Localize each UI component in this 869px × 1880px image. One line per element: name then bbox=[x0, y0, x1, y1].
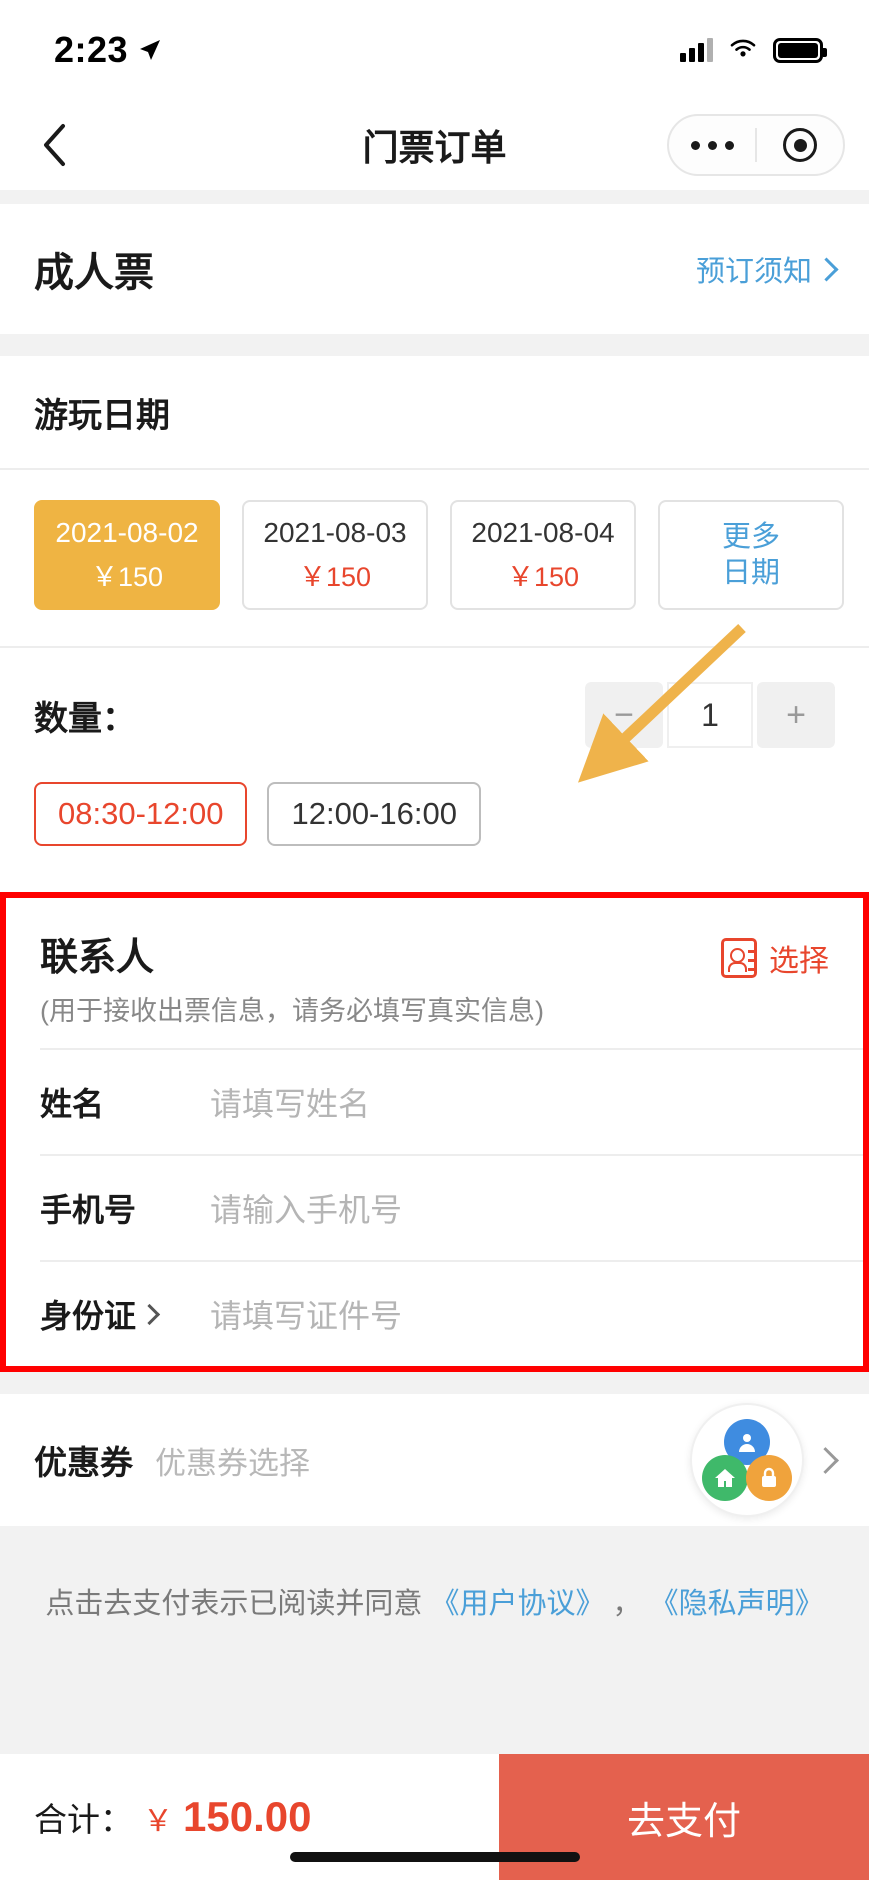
contact-name-row[interactable]: 姓名 请填写姓名 bbox=[6, 1050, 863, 1154]
more-dates-line1: 更多 bbox=[721, 520, 780, 553]
agreement-separator: ， bbox=[612, 1588, 642, 1620]
date-chip-0[interactable]: 2021-08-02 ￥150 bbox=[34, 500, 220, 610]
time-slot-row: 08:30-12:00 12:00-16:00 bbox=[0, 782, 869, 892]
time-slot-0[interactable]: 08:30-12:00 bbox=[34, 782, 248, 846]
cellular-signal-icon bbox=[680, 38, 713, 62]
chevron-right-icon bbox=[812, 1446, 839, 1474]
date-chip-price: ￥150 bbox=[90, 561, 164, 592]
date-chip-1[interactable]: 2021-08-03 ￥150 bbox=[242, 500, 428, 610]
coupon-label: 优惠券 bbox=[34, 1444, 133, 1481]
contact-id-row[interactable]: 身份证 请填写证件号 bbox=[6, 1262, 863, 1366]
quantity-value[interactable]: 1 bbox=[667, 682, 753, 748]
choose-contact-label: 选择 bbox=[769, 945, 829, 978]
choose-contact-button[interactable]: 选择 bbox=[721, 926, 829, 980]
spacer bbox=[0, 1372, 869, 1394]
quantity-label: 数量： bbox=[34, 699, 136, 738]
ticket-header-row: 成人票 预订须知 bbox=[0, 204, 869, 334]
status-time: 2:23 bbox=[54, 29, 129, 70]
more-dates-line2: 日期 bbox=[721, 557, 780, 589]
target-circle-icon[interactable] bbox=[757, 128, 843, 162]
date-chip-2[interactable]: 2021-08-04 ￥150 bbox=[450, 500, 636, 610]
contact-subtitle: (用于接收出票信息，请务必填写真实信息) bbox=[40, 996, 544, 1026]
contact-header: 联系人 (用于接收出票信息，请务必填写真实信息) 选择 bbox=[6, 898, 863, 1048]
contact-phone-row[interactable]: 手机号 请输入手机号 bbox=[6, 1156, 863, 1260]
quantity-plus-button[interactable]: + bbox=[757, 682, 835, 748]
total-label: 合计： bbox=[34, 1801, 133, 1838]
spacer bbox=[0, 190, 869, 204]
status-right bbox=[680, 36, 827, 65]
chevron-right-icon bbox=[138, 1303, 161, 1325]
contact-phone-label: 手机号 bbox=[40, 1192, 137, 1228]
agreement-text: 点击去支付表示已阅读并同意 《用户协议》 ， 《隐私声明》 bbox=[45, 1580, 823, 1622]
date-chip-date: 2021-08-04 bbox=[471, 516, 615, 548]
coupon-row[interactable]: 优惠券 优惠券选择 bbox=[0, 1394, 869, 1526]
coupon-card: 优惠券 优惠券选择 bbox=[0, 1394, 869, 1526]
booking-options-card: 游玩日期 2021-08-02 ￥150 2021-08-03 ￥150 202… bbox=[0, 356, 869, 892]
home-icon[interactable] bbox=[702, 1455, 748, 1501]
contact-id-input[interactable]: 请填写证件号 bbox=[210, 1291, 829, 1337]
quantity-minus-button[interactable]: − bbox=[585, 682, 663, 748]
contact-id-label-text: 身份证 bbox=[40, 1298, 137, 1334]
chevron-right-icon bbox=[814, 256, 839, 282]
back-chevron-icon[interactable] bbox=[24, 115, 84, 175]
play-date-title: 游玩日期 bbox=[34, 396, 170, 435]
status-left: 2:23 bbox=[54, 29, 162, 71]
agreement-section: 点击去支付表示已阅读并同意 《用户协议》 ， 《隐私声明》 bbox=[0, 1526, 869, 1754]
contact-card-icon bbox=[721, 938, 757, 978]
booking-notice-label: 预订须知 bbox=[695, 256, 812, 288]
coupon-placeholder: 优惠券选择 bbox=[155, 1445, 310, 1481]
contact-card-highlight: 联系人 (用于接收出票信息，请务必填写真实信息) 选择 姓名 请填写姓名 手机号… bbox=[0, 892, 869, 1372]
coupon-right[interactable] bbox=[690, 1403, 839, 1517]
contact-id-label[interactable]: 身份证 bbox=[40, 1291, 210, 1337]
lock-icon[interactable] bbox=[746, 1455, 792, 1501]
agreement-prefix: 点击去支付表示已阅读并同意 bbox=[45, 1588, 423, 1620]
more-dates-button[interactable]: 更多 日期 bbox=[658, 500, 844, 610]
contact-name-label: 姓名 bbox=[40, 1086, 105, 1122]
contact-title: 联系人 bbox=[40, 937, 155, 979]
nav-bar: 门票订单 bbox=[0, 100, 869, 190]
status-bar: 2:23 bbox=[0, 0, 869, 100]
date-chip-date: 2021-08-03 bbox=[263, 516, 407, 548]
contact-phone-input[interactable]: 请输入手机号 bbox=[210, 1185, 829, 1231]
location-arrow-icon bbox=[138, 38, 162, 62]
contact-header-text: 联系人 (用于接收出票信息，请务必填写真实信息) bbox=[40, 926, 544, 1028]
home-indicator bbox=[289, 1852, 580, 1862]
booking-notice-link[interactable]: 预订须知 bbox=[695, 248, 839, 290]
time-slot-1[interactable]: 12:00-16:00 bbox=[267, 782, 481, 846]
total-price: 合计： ￥ 150.00 bbox=[0, 1793, 311, 1841]
spacer bbox=[0, 334, 869, 356]
total-currency: ￥ bbox=[143, 1805, 173, 1838]
date-chip-price: ￥150 bbox=[298, 561, 372, 592]
quantity-stepper[interactable]: − 1 + bbox=[585, 682, 835, 748]
date-chip-price: ￥150 bbox=[506, 561, 580, 592]
ticket-header-card: 成人票 预订须知 bbox=[0, 204, 869, 334]
date-chip-date: 2021-08-02 bbox=[55, 516, 199, 548]
user-agreement-link[interactable]: 《用户协议》 bbox=[430, 1588, 604, 1620]
quantity-row: 数量： − 1 + bbox=[0, 648, 869, 782]
privacy-statement-link[interactable]: 《隐私声明》 bbox=[650, 1588, 824, 1620]
floating-action-ball[interactable] bbox=[690, 1403, 804, 1517]
mini-program-capsule[interactable] bbox=[667, 114, 845, 176]
contact-name-input[interactable]: 请填写姓名 bbox=[210, 1079, 829, 1125]
total-amount: 150.00 bbox=[183, 1793, 312, 1840]
more-dots-icon[interactable] bbox=[669, 140, 755, 150]
wifi-icon bbox=[727, 36, 759, 65]
app-screen: 2:23 门票订单 成人票 预订须知 游玩日期 2021-08-02 ￥150 … bbox=[0, 0, 869, 1880]
battery-full-icon bbox=[773, 37, 827, 63]
ticket-name: 成人票 bbox=[34, 251, 154, 295]
date-chip-row: 2021-08-02 ￥150 2021-08-03 ￥150 2021-08-… bbox=[0, 470, 869, 646]
